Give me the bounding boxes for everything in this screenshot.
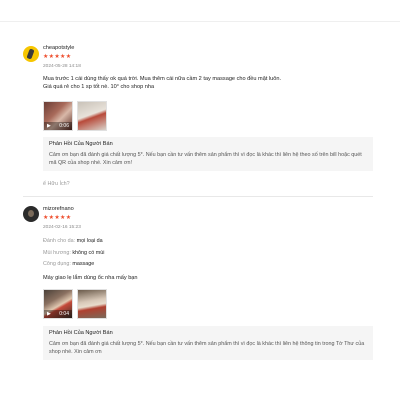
attribute-usage: Công dụng: massage xyxy=(43,261,94,267)
rating-stars: ★★★★★ xyxy=(43,54,72,60)
review-date: 2024-02-16 15:23 xyxy=(43,225,81,230)
attribute-scent: Mùi hương: không có mùi xyxy=(43,250,104,256)
review-text: Mua trước 1 cái dùng thấy ok quá trời. M… xyxy=(43,76,282,91)
reviewer-name[interactable]: cheapotstyle xyxy=(43,45,74,51)
attribute-skin-type: Đánh cho da: mọi loại da xyxy=(43,238,103,244)
review-video-thumbnail[interactable]: ▶ 0:06 xyxy=(43,101,73,131)
seller-reply-title: Phản Hồi Của Người Bán xyxy=(49,141,113,147)
seller-reply-text: Cảm ơn bạn đã đánh giá chất lượng 5*. Nế… xyxy=(49,152,362,166)
attribute-key: Mùi hương: xyxy=(43,250,71,256)
review-image-thumbnail[interactable] xyxy=(77,289,107,319)
rating-stars: ★★★★★ xyxy=(43,215,72,221)
seller-reply: Phản Hồi Của Người Bán Cảm ơn bạn đã đán… xyxy=(43,137,373,171)
video-camera-icon: ▶ xyxy=(47,311,51,317)
attribute-key: Đánh cho da: xyxy=(43,238,76,244)
review-image-thumbnail[interactable] xyxy=(77,101,107,131)
helpful-button[interactable]: ể Hữu Ích? xyxy=(43,181,70,187)
seller-reply-text: Cảm ơn bạn đã đánh giá chất lượng 5*. Nế… xyxy=(49,341,365,355)
video-camera-icon: ▶ xyxy=(47,123,51,129)
attribute-key: Công dụng: xyxy=(43,261,71,267)
review-text: Máy giao lẹ lắm dùng ổc nha mấy bạn xyxy=(43,275,138,281)
review-date: 2024-05-28 14:18 xyxy=(43,64,81,69)
review-item: mizorefnano ★★★★★ 2024-02-16 15:23 Đánh … xyxy=(0,196,400,376)
video-duration: 0:04 xyxy=(59,311,69,317)
review-video-thumbnail[interactable]: ▶ 0:04 xyxy=(43,289,73,319)
reviewer-name[interactable]: mizorefnano xyxy=(43,206,74,212)
seller-reply: Phản Hồi Của Người Bán Cảm ơn bạn đã đán… xyxy=(43,326,373,360)
attribute-value: không có mùi xyxy=(72,250,105,256)
avatar[interactable] xyxy=(23,206,39,222)
avatar[interactable] xyxy=(23,46,39,62)
video-duration: 0:06 xyxy=(59,123,69,129)
seller-reply-title: Phản Hồi Của Người Bán xyxy=(49,330,113,336)
review-item: cheapotstyle ★★★★★ 2024-05-28 14:18 Mua … xyxy=(0,0,400,190)
attribute-value: massage xyxy=(72,261,95,267)
attribute-value: mọi loại da xyxy=(76,238,103,244)
